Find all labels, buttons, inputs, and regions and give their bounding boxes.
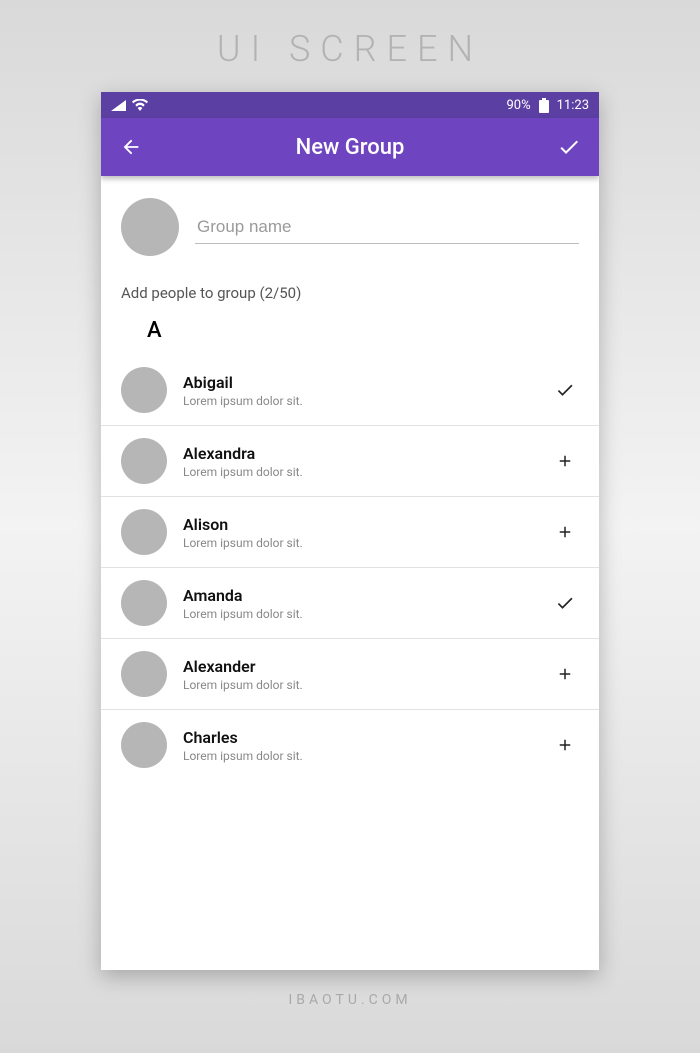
- avatar: [121, 509, 167, 555]
- contact-subtitle: Lorem ipsum dolor sit.: [183, 749, 535, 763]
- contact-text: Abigail Lorem ipsum dolor sit.: [183, 373, 535, 408]
- page-heading: UI SCREEN: [217, 28, 483, 70]
- contact-subtitle: Lorem ipsum dolor sit.: [183, 465, 535, 479]
- check-icon: [555, 380, 575, 400]
- add-people-label: Add people to group (2/50): [101, 266, 599, 312]
- avatar: [121, 438, 167, 484]
- contact-name: Amanda: [183, 586, 535, 605]
- contact-name: Charles: [183, 728, 535, 747]
- contact-subtitle: Lorem ipsum dolor sit.: [183, 607, 535, 621]
- add-toggle[interactable]: [551, 447, 579, 475]
- contact-subtitle: Lorem ipsum dolor sit.: [183, 394, 535, 408]
- contact-text: Amanda Lorem ipsum dolor sit.: [183, 586, 535, 621]
- plus-icon: [556, 452, 574, 470]
- avatar: [121, 722, 167, 768]
- contact-name: Alison: [183, 515, 535, 534]
- contact-row[interactable]: Alison Lorem ipsum dolor sit.: [101, 497, 599, 568]
- add-toggle[interactable]: [551, 518, 579, 546]
- group-avatar-placeholder[interactable]: [121, 198, 179, 256]
- status-bar: 90% 11:23: [101, 92, 599, 118]
- phone-frame: 90% 11:23 New Group Add people to group …: [101, 92, 599, 970]
- group-name-row: [101, 176, 599, 266]
- group-name-input[interactable]: [195, 211, 579, 244]
- contact-row[interactable]: Amanda Lorem ipsum dolor sit.: [101, 568, 599, 639]
- signal-icon: [111, 100, 126, 111]
- contact-row[interactable]: Abigail Lorem ipsum dolor sit.: [101, 355, 599, 426]
- contacts-list: Abigail Lorem ipsum dolor sit. Alexandra Lo…: [101, 355, 599, 780]
- avatar: [121, 651, 167, 697]
- contact-text: Alexandra Lorem ipsum dolor sit.: [183, 444, 535, 479]
- page-footer: IBAOTU.COM: [288, 992, 411, 1008]
- contact-text: Alexander Lorem ipsum dolor sit.: [183, 657, 535, 692]
- contact-subtitle: Lorem ipsum dolor sit.: [183, 536, 535, 550]
- app-bar: New Group: [101, 118, 599, 176]
- clock: 11:23: [557, 98, 589, 113]
- battery-icon: [539, 98, 549, 113]
- arrow-left-icon: [120, 136, 142, 158]
- check-icon: [557, 135, 581, 159]
- contact-name: Abigail: [183, 373, 535, 392]
- plus-icon: [556, 665, 574, 683]
- contact-text: Charles Lorem ipsum dolor sit.: [183, 728, 535, 763]
- check-icon: [555, 593, 575, 613]
- wifi-icon: [132, 99, 148, 111]
- contact-name: Alexandra: [183, 444, 535, 463]
- selected-toggle[interactable]: [551, 376, 579, 404]
- add-toggle[interactable]: [551, 731, 579, 759]
- avatar: [121, 580, 167, 626]
- contact-text: Alison Lorem ipsum dolor sit.: [183, 515, 535, 550]
- confirm-button[interactable]: [553, 131, 585, 163]
- contact-row[interactable]: Alexandra Lorem ipsum dolor sit.: [101, 426, 599, 497]
- content-area: Add people to group (2/50) A Abigail Lore…: [101, 176, 599, 970]
- back-button[interactable]: [115, 131, 147, 163]
- plus-icon: [556, 736, 574, 754]
- add-toggle[interactable]: [551, 660, 579, 688]
- selected-toggle[interactable]: [551, 589, 579, 617]
- section-letter: A: [101, 312, 599, 355]
- avatar: [121, 367, 167, 413]
- contact-subtitle: Lorem ipsum dolor sit.: [183, 678, 535, 692]
- plus-icon: [556, 523, 574, 541]
- battery-percent: 90%: [506, 98, 530, 113]
- contact-row[interactable]: Charles Lorem ipsum dolor sit.: [101, 710, 599, 780]
- contact-row[interactable]: Alexander Lorem ipsum dolor sit.: [101, 639, 599, 710]
- contact-name: Alexander: [183, 657, 535, 676]
- appbar-title: New Group: [147, 135, 553, 160]
